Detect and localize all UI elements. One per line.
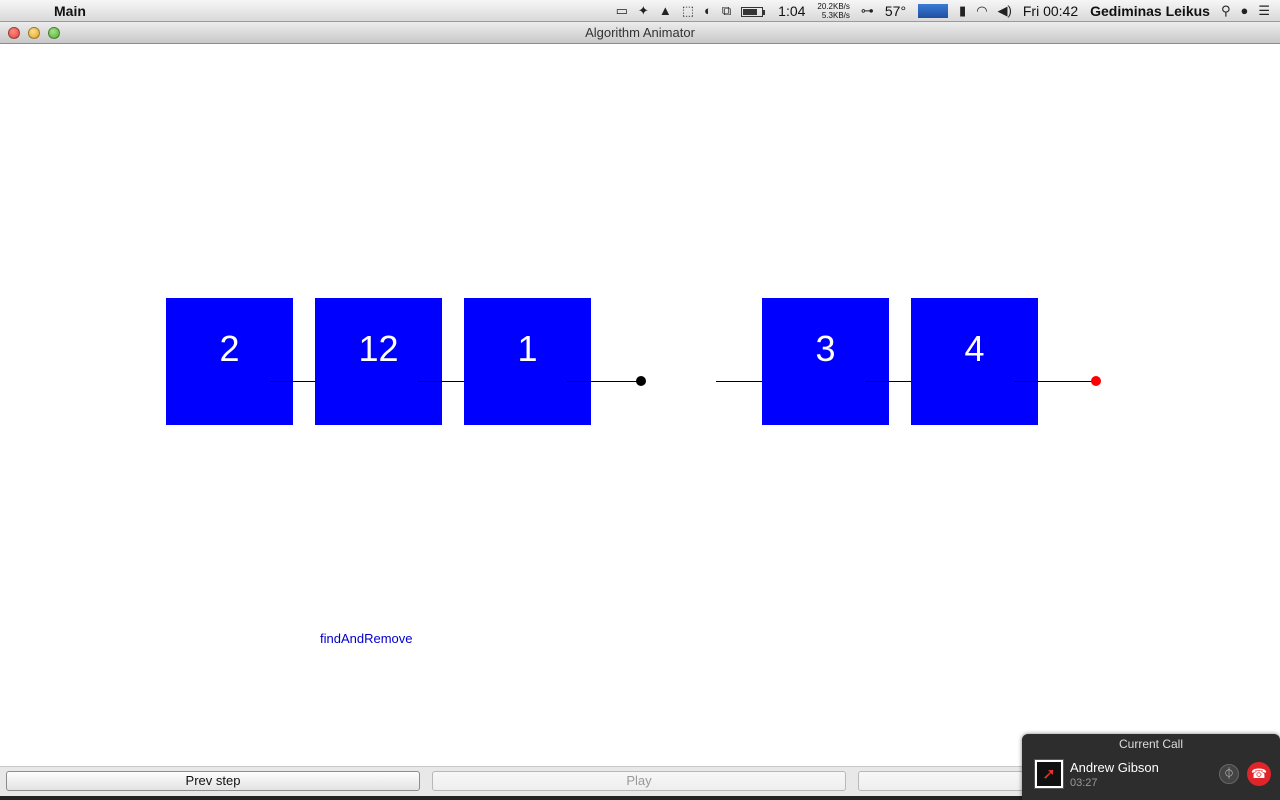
cpu-graph-icon[interactable]: [918, 4, 949, 18]
animation-canvas: 2 12 1 3 4 findAndRemove: [0, 44, 1280, 766]
node-value: 2: [219, 328, 240, 369]
pointer-dot: [636, 376, 646, 386]
memory-icon[interactable]: ▮: [959, 0, 966, 22]
list-node: 3: [762, 298, 889, 425]
pointer-line: [1014, 381, 1096, 382]
app-menu[interactable]: Main: [54, 3, 86, 19]
node-value: 1: [517, 328, 538, 369]
call-duration: 03:27: [1070, 777, 1098, 789]
drive-icon[interactable]: ▲: [659, 0, 672, 22]
node-value: 12: [358, 328, 399, 369]
window-title-bar: Algorithm Animator: [0, 22, 1280, 44]
screenshot-icon[interactable]: ⬚: [682, 0, 694, 22]
search-icon[interactable]: ⚲: [1221, 0, 1231, 22]
network-speed[interactable]: 20.2KB/s 5.3KB/s: [817, 2, 849, 20]
list-node: 1: [464, 298, 591, 425]
dropbox-icon[interactable]: ✦: [638, 0, 649, 22]
caller-name: Andrew Gibson: [1070, 760, 1159, 775]
minimize-button[interactable]: [28, 27, 40, 39]
menubar-clock[interactable]: 1:04: [778, 3, 805, 19]
notification-icon[interactable]: ●: [1240, 0, 1248, 22]
list-icon[interactable]: ☰: [1258, 0, 1270, 22]
volume-icon[interactable]: ◀): [998, 0, 1012, 22]
current-call-panel[interactable]: Current Call ➚ Andrew Gibson 03:27 ⏀ ☎: [1022, 734, 1280, 800]
spy-icon[interactable]: ◐: [704, 0, 712, 22]
caller-logo-icon: ➚: [1037, 762, 1061, 786]
list-node: 4: [911, 298, 1038, 425]
mute-microphone-icon[interactable]: ⏀: [1219, 764, 1239, 784]
battery-icon[interactable]: [741, 0, 767, 22]
list-node: 12: [315, 298, 442, 425]
operation-label: findAndRemove: [320, 631, 413, 646]
close-button[interactable]: [8, 27, 20, 39]
caller-avatar: ➚: [1034, 759, 1064, 789]
user-menu[interactable]: Gediminas Leikus: [1090, 3, 1210, 19]
menu-extras: ▭ ✦ ▲ ⬚ ◐ ⧉ 1:04 20.2KB/s 5.3KB/s ⊶ 57° …: [611, 0, 1280, 22]
pointer-line: [567, 381, 642, 382]
call-header: Current Call: [1118, 737, 1184, 751]
node-value: 3: [815, 328, 836, 369]
null-pointer-dot: [1091, 376, 1101, 386]
node-value: 4: [964, 328, 985, 369]
hang-up-icon[interactable]: ☎: [1247, 762, 1271, 786]
menu-bar: Main ▭ ✦ ▲ ⬚ ◐ ⧉ 1:04 20.2KB/s 5.3KB/s ⊶…: [0, 0, 1280, 22]
network-down: 20.2KB/s: [817, 2, 850, 11]
datetime[interactable]: Fri 00:42: [1023, 3, 1078, 19]
window-icon[interactable]: ▭: [616, 0, 628, 22]
network-up: 5.3KB/s: [821, 11, 850, 20]
sensor-icon[interactable]: ⊶: [861, 0, 874, 22]
temperature[interactable]: 57°: [885, 3, 906, 19]
play-button[interactable]: Play: [432, 771, 846, 791]
list-node: 2: [166, 298, 293, 425]
window-title: Algorithm Animator: [585, 25, 695, 40]
sync-icon[interactable]: ⧉: [722, 0, 731, 22]
zoom-button[interactable]: [48, 27, 60, 39]
wifi-icon[interactable]: ◠: [976, 0, 987, 22]
prev-step-button[interactable]: Prev step: [6, 771, 420, 791]
